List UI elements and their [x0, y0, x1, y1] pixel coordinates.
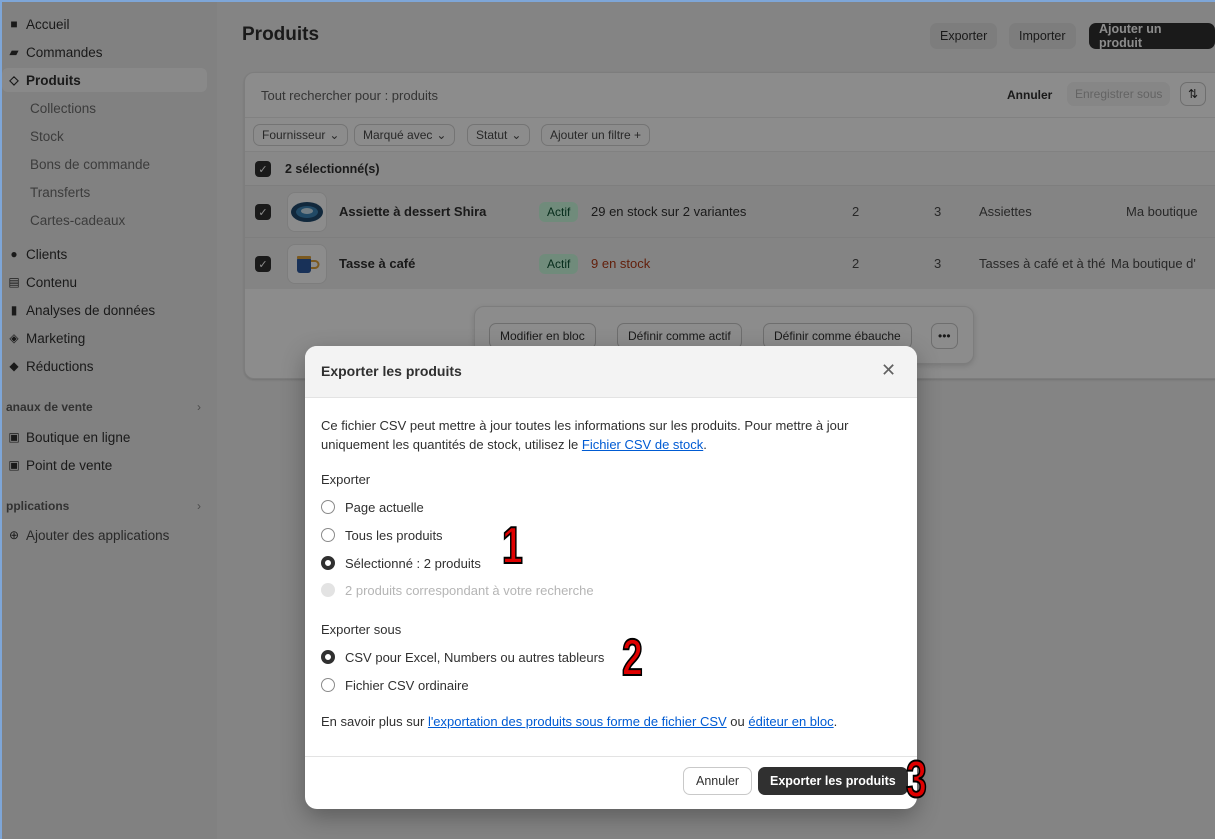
radio-csv-excel[interactable]: CSV pour Excel, Numbers ou autres tableu…: [321, 648, 604, 666]
step-annotation-1: 1: [501, 517, 523, 575]
radio-button-selected[interactable]: [321, 650, 335, 664]
radio-button-selected[interactable]: [321, 556, 335, 570]
app-window: ■ Accueil ▰ Commandes ◇ Produits Collection…: [0, 0, 1215, 839]
dialog-title: Exporter les produits: [321, 363, 462, 379]
radio-selected-products[interactable]: Sélectionné : 2 produits: [321, 554, 481, 572]
radio-button[interactable]: [321, 500, 335, 514]
csv-export-help-link[interactable]: l'exportation des produits sous forme de…: [428, 714, 727, 729]
radio-plain-csv[interactable]: Fichier CSV ordinaire: [321, 676, 469, 694]
cancel-button[interactable]: Annuler: [683, 767, 753, 795]
export-products-dialog: Exporter les produits ✕ Ce fichier CSV p…: [305, 346, 917, 809]
dialog-header: Exporter les produits ✕: [305, 346, 917, 398]
radio-all-products[interactable]: Tous les produits: [321, 526, 443, 544]
radio-button-disabled: [321, 583, 335, 597]
radio-button[interactable]: [321, 528, 335, 542]
dialog-footer: Annuler Exporter les produits: [305, 756, 917, 809]
learn-more-text: En savoir plus sur l'exportation des pro…: [321, 714, 838, 729]
radio-search-matches: 2 produits correspondant à votre recherc…: [321, 581, 594, 599]
step-annotation-2: 2: [621, 629, 643, 687]
export-scope-label: Exporter: [321, 472, 371, 487]
bulk-editor-help-link[interactable]: éditeur en bloc: [748, 714, 833, 729]
export-products-button[interactable]: Exporter les produits: [758, 767, 908, 795]
dialog-description: Ce fichier CSV peut mettre à jour toutes…: [321, 418, 849, 452]
step-annotation-3: 3: [905, 751, 927, 809]
close-icon[interactable]: ✕: [881, 360, 896, 381]
radio-button[interactable]: [321, 678, 335, 692]
radio-current-page[interactable]: Page actuelle: [321, 498, 424, 516]
inventory-csv-link[interactable]: Fichier CSV de stock: [582, 437, 703, 452]
export-format-label: Exporter sous: [321, 622, 402, 637]
